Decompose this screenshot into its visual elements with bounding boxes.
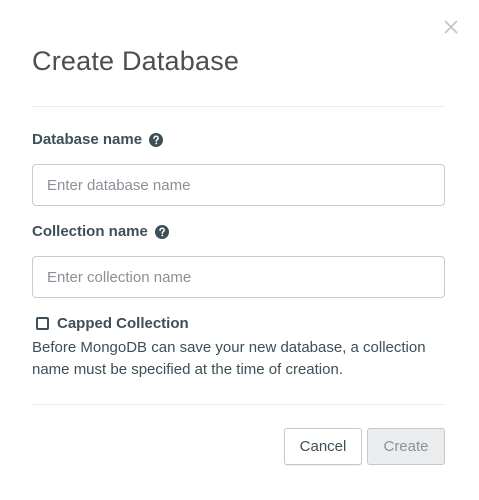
create-button[interactable]: Create: [367, 428, 445, 465]
collection-name-label: Collection name: [32, 223, 148, 240]
collection-name-label-row: Collection name: [32, 223, 169, 240]
capped-collection-label[interactable]: Capped Collection: [57, 315, 189, 332]
close-button[interactable]: [441, 16, 461, 38]
create-database-modal: Create Database Database name Collection…: [0, 0, 479, 500]
database-name-input[interactable]: [32, 164, 445, 206]
close-icon: [444, 20, 458, 34]
question-circle-icon[interactable]: [149, 132, 164, 147]
cancel-button[interactable]: Cancel: [284, 428, 362, 465]
header-divider: [32, 106, 445, 107]
capped-collection-row: Capped Collection: [36, 315, 189, 332]
footer-divider: [32, 404, 445, 405]
capped-collection-checkbox[interactable]: [36, 317, 49, 330]
question-circle-icon[interactable]: [154, 224, 169, 239]
database-name-label: Database name: [32, 131, 143, 148]
dialog-title: Create Database: [32, 46, 240, 76]
collection-required-info: Before MongoDB can save your new databas…: [32, 339, 426, 378]
collection-name-input[interactable]: [32, 256, 445, 298]
database-name-label-row: Database name: [32, 131, 164, 148]
